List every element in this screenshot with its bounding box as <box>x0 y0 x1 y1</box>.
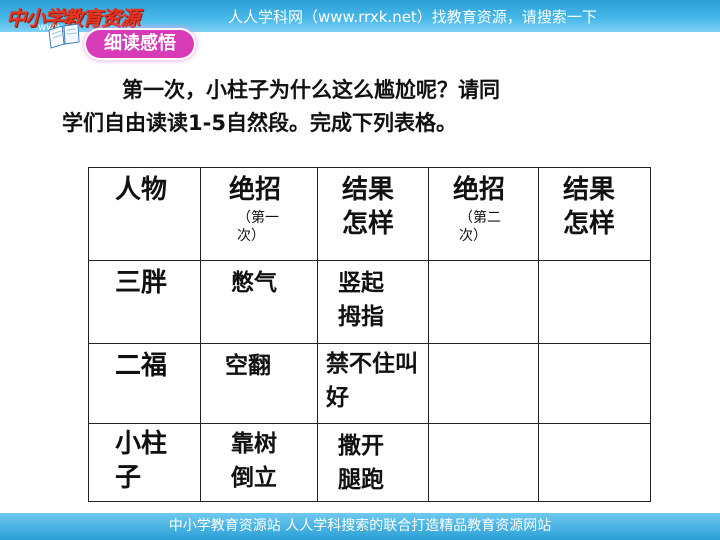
move1-value: 靠树倒立 <box>231 431 277 491</box>
result1-cell: 撒开腿跑 <box>317 423 429 502</box>
move1-cell: 空翻 <box>200 343 318 424</box>
header-move2: 绝招 <box>453 175 506 205</box>
header-cell: 绝招 （第一次） <box>200 167 318 261</box>
person-cell: 三胖 <box>88 260 201 344</box>
section-title-badge: 细读感悟 <box>86 30 194 58</box>
header-cell: 结果怎样 <box>538 167 651 261</box>
instruction-line-2: 学们自由读读1-5自然段。完成下列表格。 <box>62 111 457 135</box>
instruction-line-1: 第一次，小柱子为什么这么尴尬呢？请同 <box>122 78 500 102</box>
result1-cell: 竖起拇指 <box>317 260 429 344</box>
header-person: 人物 <box>115 175 168 205</box>
header-cell: 人物 <box>88 167 201 261</box>
footer-banner: 中小学教育资源站 人人学科搜索的联合打造精品教育资源网站 <box>0 513 720 540</box>
person-name: 二福 <box>115 351 168 381</box>
person-name: 三胖 <box>115 268 168 298</box>
result1-value: 撒开腿跑 <box>338 433 384 493</box>
header-result2: 结果怎样 <box>563 175 616 239</box>
result2-cell[interactable] <box>538 423 651 502</box>
result2-cell[interactable] <box>538 260 651 344</box>
result2-cell[interactable] <box>538 343 651 424</box>
move2-cell[interactable] <box>428 423 539 502</box>
header-result1: 结果怎样 <box>342 175 395 239</box>
top-banner: 中小学教育资源 www. 人人学科网（www.rrxk.net）找教育资源，请搜… <box>0 0 720 33</box>
book-icon <box>48 23 80 49</box>
header-move1: 绝招 <box>229 175 282 205</box>
table-row: 三胖 憋气 竖起拇指 <box>88 260 651 344</box>
person-name: 小柱子 <box>115 429 168 493</box>
table-row: 二福 空翻 禁不住叫好 <box>88 343 651 424</box>
move1-value: 空翻 <box>225 353 271 379</box>
table-row: 小柱子 靠树倒立 撒开腿跑 <box>88 423 651 502</box>
reading-table: 人物 绝招 （第一次） 结果怎样 绝招 （第二次） 结果怎样 三胖 憋气 竖起拇… <box>88 167 651 502</box>
instruction-paragraph: 第一次，小柱子为什么这么尴尬呢？请同 学们自由读读1-5自然段。完成下列表格。 <box>62 74 662 140</box>
move2-cell[interactable] <box>428 343 539 424</box>
move1-cell: 憋气 <box>200 260 318 344</box>
table-header-row: 人物 绝招 （第一次） 结果怎样 绝招 （第二次） 结果怎样 <box>88 167 651 261</box>
move1-value: 憋气 <box>231 270 277 296</box>
result1-value: 禁不住叫好 <box>326 351 418 411</box>
header-move2-note: （第二次） <box>459 210 501 244</box>
header-move1-note: （第一次） <box>237 210 279 244</box>
person-cell: 小柱子 <box>88 423 201 502</box>
move1-cell: 靠树倒立 <box>200 423 318 502</box>
header-cell: 结果怎样 <box>317 167 429 261</box>
move2-cell[interactable] <box>428 260 539 344</box>
result1-value: 竖起拇指 <box>338 270 384 330</box>
site-slogan: 人人学科网（www.rrxk.net）找教育资源，请搜索一下 <box>228 8 597 26</box>
person-cell: 二福 <box>88 343 201 424</box>
header-cell: 绝招 （第二次） <box>428 167 539 261</box>
result1-cell: 禁不住叫好 <box>317 343 429 424</box>
